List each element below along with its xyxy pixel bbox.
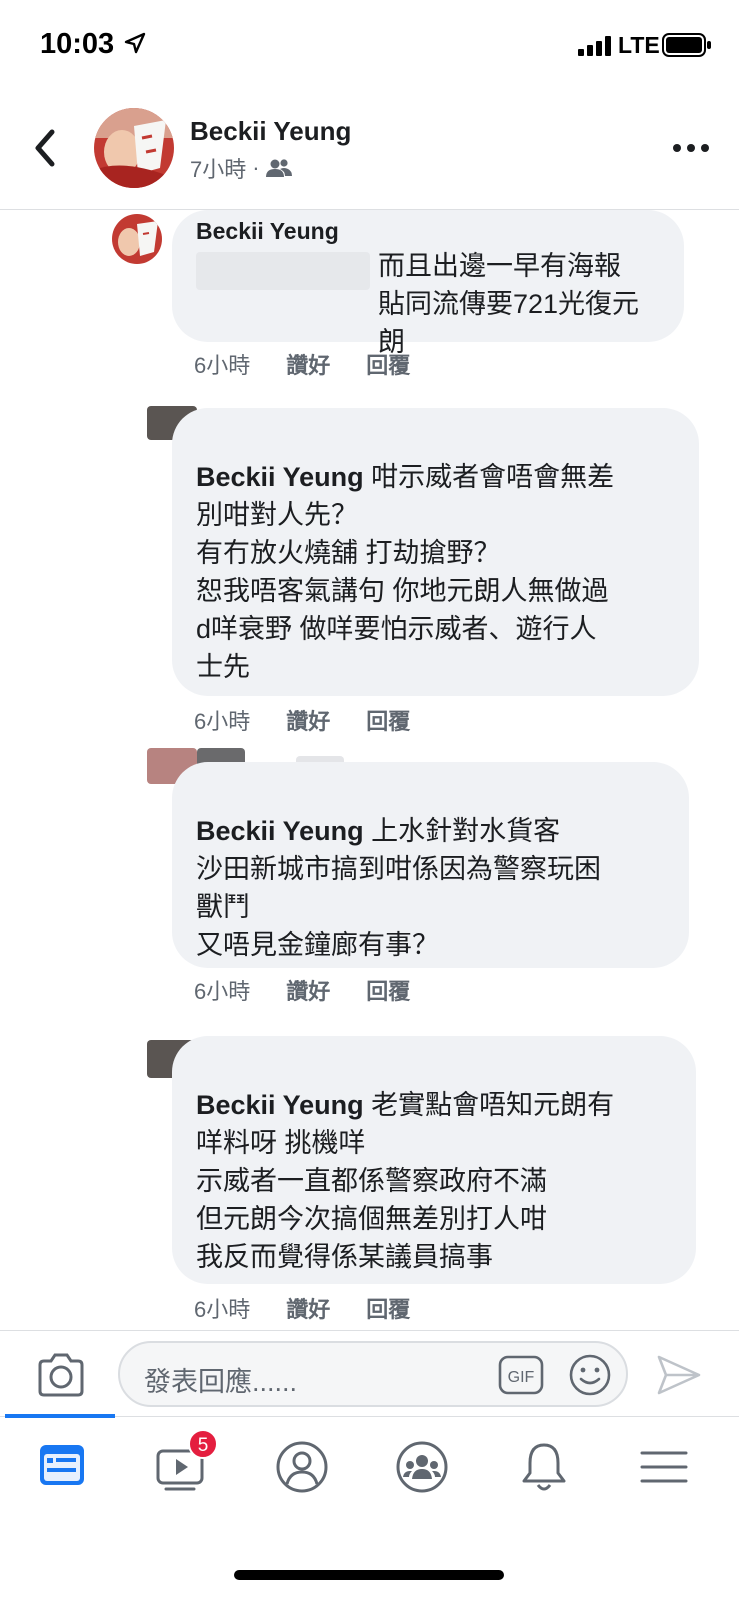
gif-label: GIF [508, 1369, 535, 1386]
nav-menu[interactable] [634, 1437, 694, 1497]
emoji-icon[interactable] [568, 1353, 612, 1397]
camera-icon[interactable] [36, 1353, 86, 1397]
reply-button[interactable]: 回覆 [366, 974, 410, 1006]
commenter-avatar[interactable] [112, 214, 162, 264]
comment-bubble: Beckii Yeung 老實點會唔知元朗有 咩料呀 挑機咩 示威者一直都係警察… [172, 1036, 696, 1284]
comment-actions: 6小時 讚好 回覆 [194, 348, 410, 380]
avatar[interactable] [94, 108, 174, 188]
nav-notifications[interactable] [514, 1437, 574, 1497]
comment-actions: 6小時 讚好 回覆 [194, 1292, 410, 1324]
comment-actions: 6小時 讚好 回覆 [194, 704, 410, 736]
comment: Beckii Yeung 而且出邊一早有海報 貼同流傳要721光復元朗 6小時 … [0, 210, 739, 390]
bell-icon [522, 1443, 566, 1491]
gif-icon[interactable]: GIF [498, 1355, 544, 1395]
like-button[interactable]: 讚好 [286, 1292, 330, 1324]
post-header: Beckii Yeung 7小時 · [0, 92, 739, 210]
status-bar: 10:03 LTE [0, 0, 739, 92]
reply-button[interactable]: 回覆 [366, 348, 410, 380]
home-indicator [234, 1570, 504, 1580]
comment-bubble: Beckii Yeung 咁示威者會唔會無差 別咁對人先？ 有冇放火燒舖 打劫搶… [172, 408, 699, 696]
comment: Beckii Yeung 老實點會唔知元朗有 咩料呀 挑機咩 示威者一直都係警察… [0, 1030, 739, 1326]
comment: Beckii Yeung 咁示威者會唔會無差 別咁對人先？ 有冇放火燒舖 打劫搶… [0, 400, 739, 740]
news-feed-icon [40, 1445, 84, 1485]
comment-time: 6小時 [194, 1297, 251, 1322]
redacted-block [196, 252, 370, 290]
mention-link[interactable]: Beckii Yeung [196, 1090, 364, 1120]
post-meta: 7小時 · [190, 152, 292, 184]
comment-author[interactable]: Beckii Yeung [196, 218, 660, 245]
groups-icon [396, 1441, 448, 1493]
comment-text: Beckii Yeung 上水針對水貨客 沙田新城市搞到咁係因為警察玩困 獸鬥 … [196, 816, 601, 960]
network-label: LTE [618, 32, 660, 58]
comment-input[interactable]: 發表回應...... GIF [118, 1341, 628, 1407]
mention-link[interactable]: Beckii Yeung [196, 816, 364, 846]
comment-text: Beckii Yeung 咁示威者會唔會無差 別咁對人先？ 有冇放火燒舖 打劫搶… [196, 462, 615, 682]
like-button[interactable]: 讚好 [286, 974, 330, 1006]
comment-actions: 6小時 讚好 回覆 [194, 974, 410, 1006]
nav-profile[interactable] [272, 1437, 332, 1497]
reply-button[interactable]: 回覆 [366, 704, 410, 736]
friends-icon [265, 159, 292, 177]
comment-time: 6小時 [194, 353, 251, 378]
nav-news-feed[interactable] [34, 1437, 94, 1497]
comment-time: 6小時 [194, 709, 251, 734]
nav-watch[interactable]: 5 [154, 1429, 218, 1497]
comment-bubble: Beckii Yeung 上水針對水貨客 沙田新城市搞到咁係因為警察玩困 獸鬥 … [172, 762, 689, 968]
status-time: 10:03 [40, 28, 115, 60]
comment: Beckii Yeung 上水針對水貨客 沙田新城市搞到咁係因為警察玩困 獸鬥 … [0, 748, 739, 1012]
location-arrow-icon [124, 32, 146, 54]
reply-button[interactable]: 回覆 [366, 1292, 410, 1324]
nav-groups[interactable] [392, 1437, 452, 1497]
battery-icon [662, 33, 711, 57]
send-icon[interactable] [656, 1353, 702, 1397]
comment-bubble: Beckii Yeung 而且出邊一早有海報 貼同流傳要721光復元朗 [172, 210, 684, 357]
menu-icon [640, 1451, 688, 1483]
signal-icon [578, 36, 611, 56]
active-tab-indicator [5, 1414, 115, 1418]
comment-input-placeholder: 發表回應...... [144, 1367, 298, 1397]
like-button[interactable]: 讚好 [286, 704, 330, 736]
post-time: 7小時 [190, 157, 247, 182]
like-button[interactable]: 讚好 [286, 348, 330, 380]
mention-link[interactable]: Beckii Yeung [196, 462, 364, 492]
comment-time: 6小時 [194, 979, 251, 1004]
author-name[interactable]: Beckii Yeung [190, 116, 351, 147]
more-options-icon[interactable] [672, 142, 710, 154]
comment-composer: 發表回應...... GIF [0, 1330, 739, 1416]
profile-icon [276, 1441, 328, 1493]
comment-text: Beckii Yeung 老實點會唔知元朗有 咩料呀 挑機咩 示威者一直都係警察… [196, 1090, 615, 1272]
meta-separator: · [252, 155, 260, 180]
notification-badge: 5 [188, 1429, 218, 1459]
back-icon[interactable] [30, 128, 60, 168]
